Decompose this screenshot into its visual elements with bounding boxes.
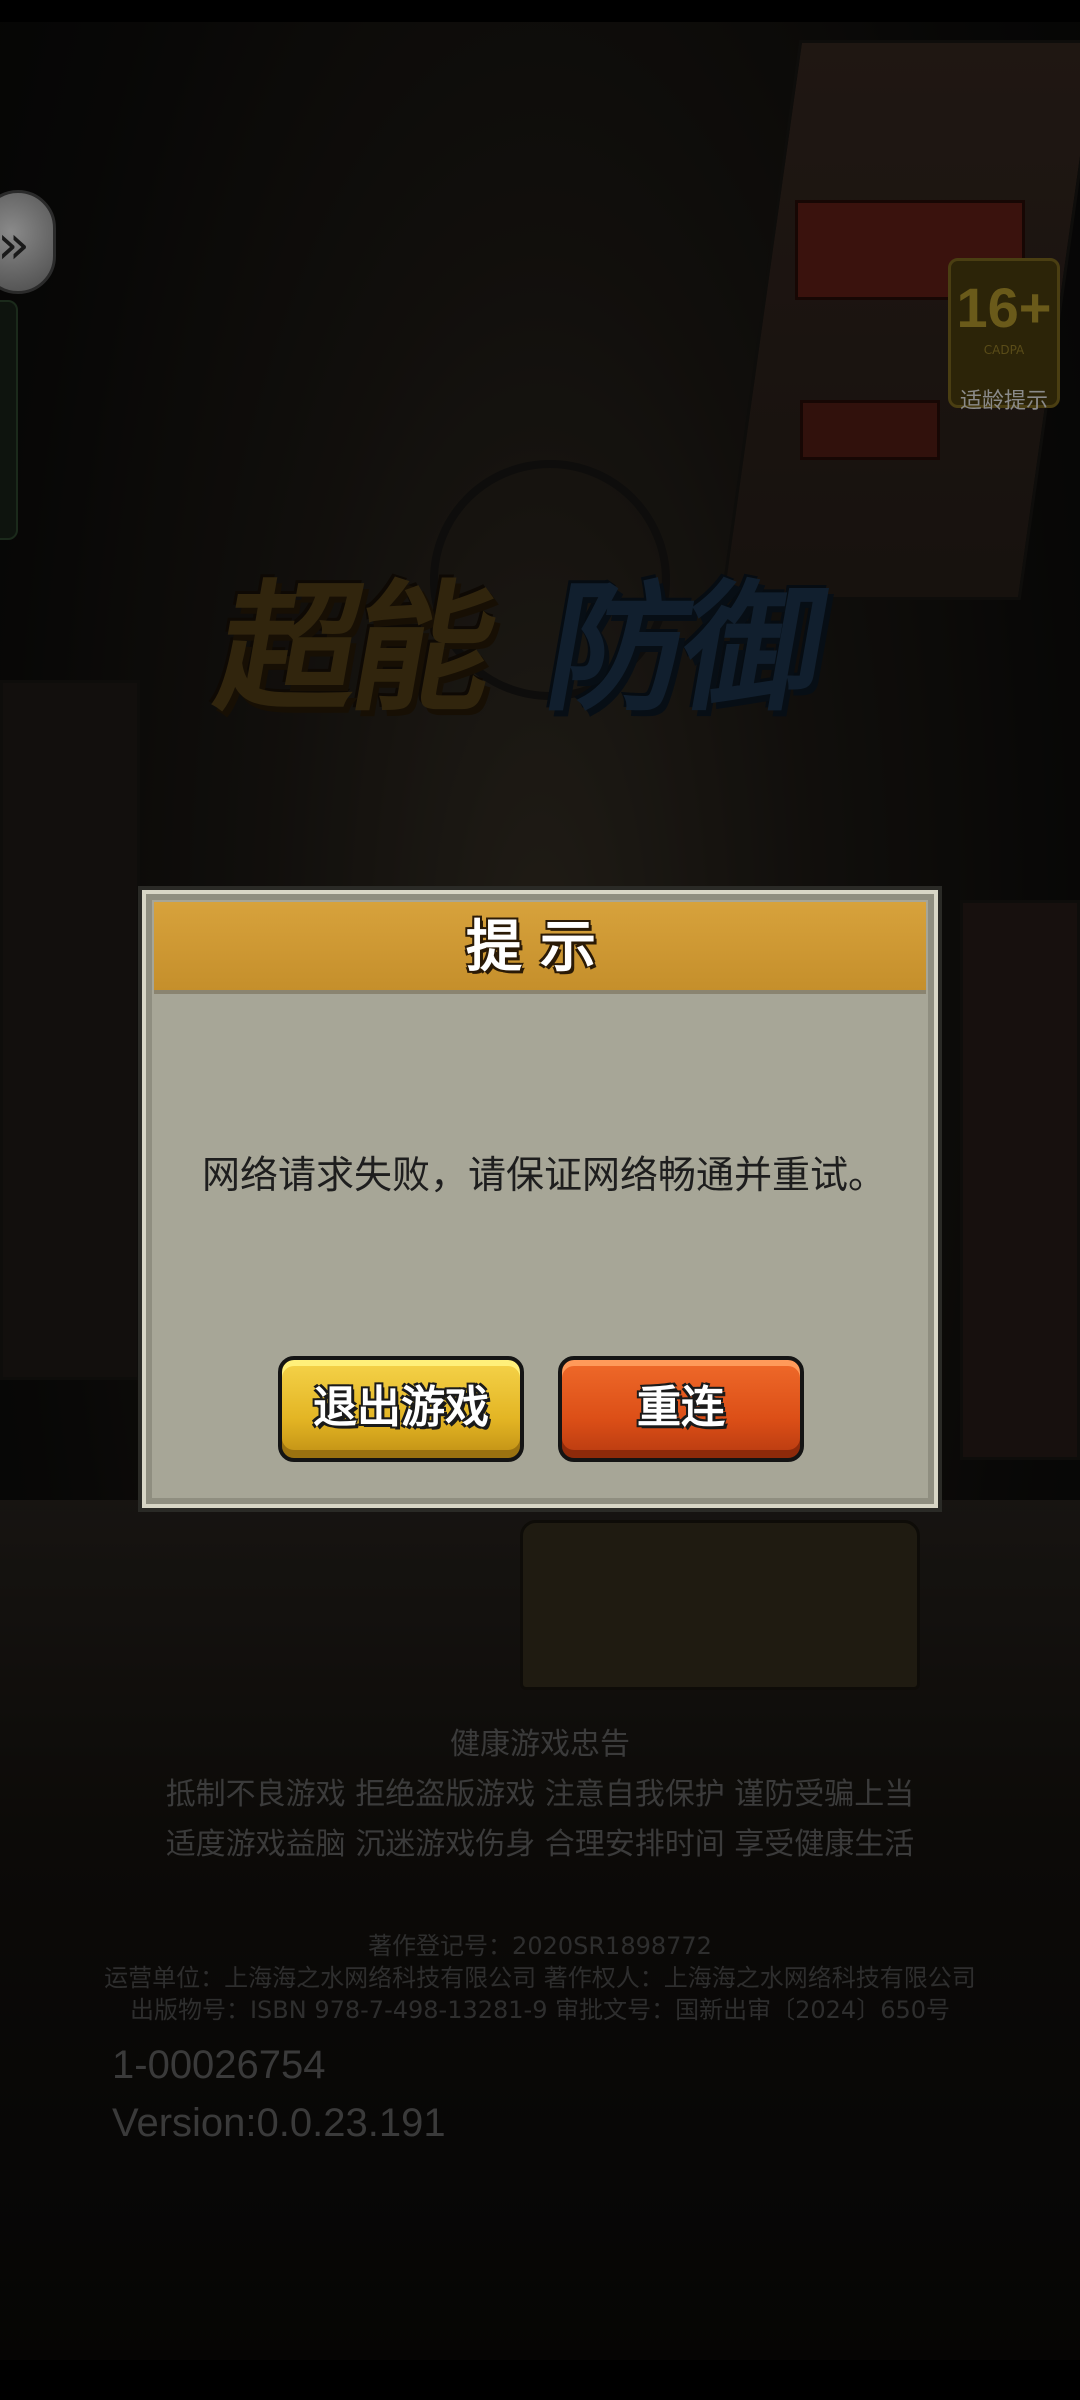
status-bar (0, 0, 1080, 22)
exit-game-button[interactable]: 退出游戏 (278, 1356, 524, 1462)
health-notice-line-1: 抵制不良游戏 拒绝盗版游戏 注意自我保护 谨防受骗上当 (165, 1777, 915, 1812)
dialog-header: 提示 (154, 902, 926, 994)
build-info: 1-00026754 Version:0.0.23.191 (112, 2036, 446, 2152)
user-id: 1-00026754 (112, 2043, 326, 2087)
game-screen: 超能 防御 16+ CADPA 适龄提示 » 健康游戏忠告 抵制不良游戏 拒绝盗… (0, 0, 1080, 2400)
age-rating-sub: CADPA (983, 343, 1025, 357)
legal-info: 著作登记号：2020SR1898772 运营单位：上海海之水网络科技有限公司 著… (0, 1930, 1080, 2026)
publication-info: 出版物号：ISBN 978-7-498-13281-9 审批文号：国新出审〔20… (129, 1996, 951, 2024)
reconnect-button[interactable]: 重连 (558, 1356, 804, 1462)
copyright-registration: 著作登记号：2020SR1898772 (368, 1932, 712, 1960)
network-error-dialog: 提示 网络请求失败，请保证网络畅通并重试。 退出游戏 重连 (138, 886, 942, 1512)
age-rating-badge[interactable]: 16+ CADPA 适龄提示 (948, 258, 1060, 414)
age-rating-label: 适龄提示 (959, 389, 1048, 414)
health-notice-line-2: 适度游戏益脑 沉迷游戏伤身 合理安排时间 享受健康生活 (165, 1827, 915, 1862)
operator-info: 运营单位：上海海之水网络科技有限公司 著作权人：上海海之水网络科技有限公司 (104, 1964, 976, 1992)
health-notice-title: 健康游戏忠告 (450, 1727, 630, 1762)
health-notice: 健康游戏忠告 抵制不良游戏 拒绝盗版游戏 注意自我保护 谨防受骗上当 适度游戏益… (0, 1720, 1080, 1870)
age-rating-number: 16+ (956, 276, 1052, 339)
dialog-message: 网络请求失败，请保证网络畅通并重试。 (201, 1153, 886, 1197)
dialog-title: 提示 (466, 915, 614, 980)
version-label: Version:0.0.23.191 (112, 2101, 446, 2145)
side-float-button[interactable]: » (0, 190, 56, 294)
side-panel-tab[interactable] (0, 300, 18, 540)
double-chevron-icon: » (0, 213, 31, 276)
navigation-bar (0, 2360, 1080, 2400)
